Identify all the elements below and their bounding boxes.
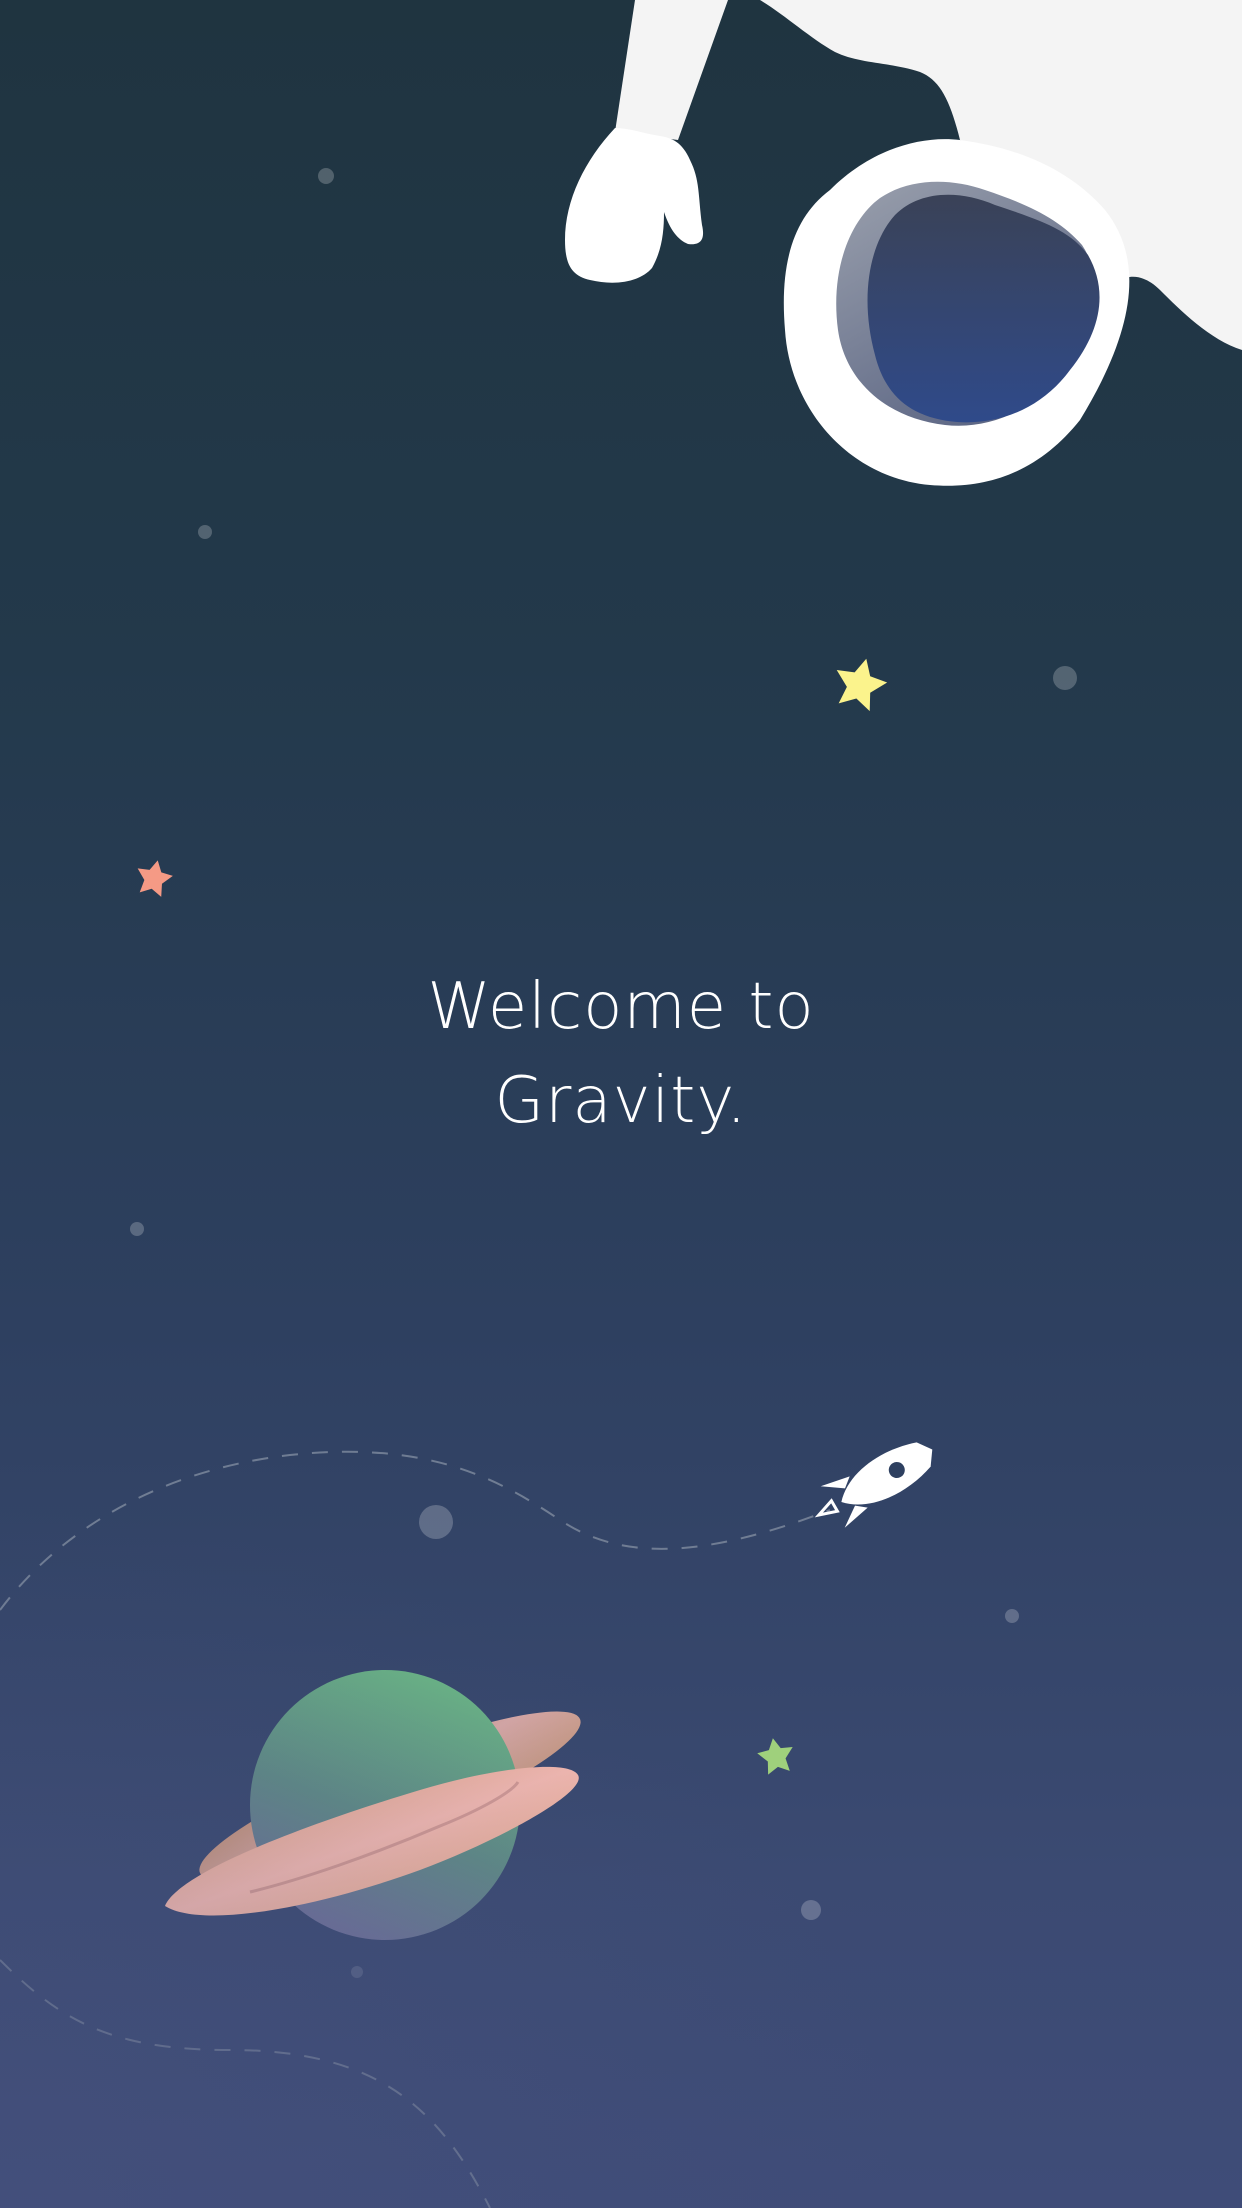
rocket-trail [0, 1450, 831, 1611]
planet-icon [165, 1670, 581, 1940]
welcome-line-2: Gravity. [494, 1064, 748, 1138]
star-icon [836, 658, 888, 712]
rocket-icon [814, 1442, 933, 1528]
astronaut-glove [565, 128, 704, 283]
lower-trail [0, 1959, 491, 2208]
star-icon [757, 1738, 793, 1775]
astronaut-icon [565, 0, 1242, 486]
welcome-screen: Welcome to Gravity. [0, 0, 1242, 2208]
welcome-title: Welcome to Gravity. [0, 960, 1242, 1148]
astronaut-arm [615, 0, 728, 140]
star-icon [137, 860, 173, 897]
welcome-line-1: Welcome to [427, 970, 815, 1044]
